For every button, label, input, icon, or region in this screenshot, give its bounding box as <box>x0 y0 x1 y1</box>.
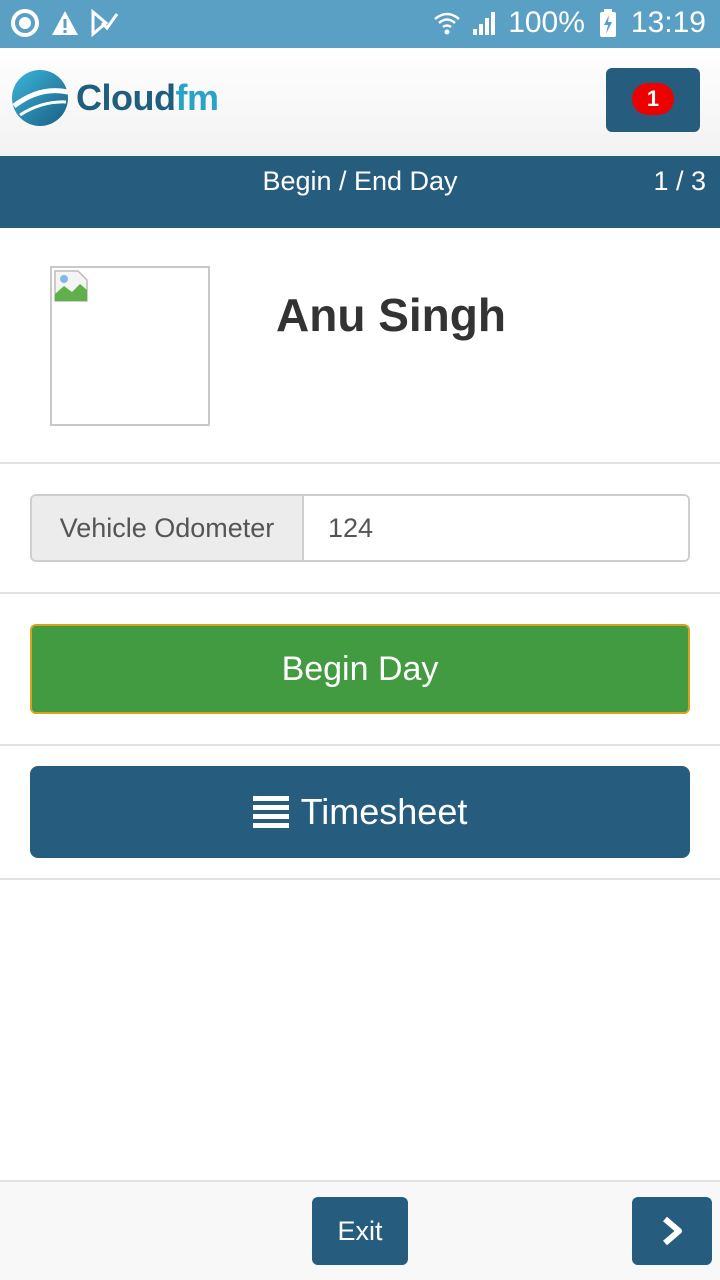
logo: Cloudfm <box>10 68 219 128</box>
odometer-input-group: Vehicle Odometer <box>30 494 690 562</box>
odometer-input[interactable] <box>304 496 688 560</box>
warning-icon <box>50 8 80 38</box>
timesheet-label: Timesheet <box>300 791 468 832</box>
status-bar: 100% 13:19 <box>0 0 720 48</box>
cloudfm-logo-icon <box>12 70 69 126</box>
sync-icon <box>10 8 40 38</box>
timesheet-section: Timesheet <box>0 746 720 880</box>
user-name: Anu Singh <box>276 289 506 341</box>
task-check-icon <box>90 8 120 38</box>
broken-image-icon <box>54 270 88 302</box>
timesheet-button[interactable]: Timesheet <box>30 766 690 858</box>
profile-photo <box>50 266 210 426</box>
battery-charging-icon <box>593 8 623 38</box>
odometer-label: Vehicle Odometer <box>32 496 304 560</box>
footer-bar: Exit <box>0 1180 720 1280</box>
logo-text: Cloudfm <box>76 77 219 119</box>
logo-text-main: Cloud <box>76 77 176 118</box>
status-bar-right: 100% 13:19 <box>432 6 706 40</box>
page-indicator: 1 / 3 <box>653 166 706 196</box>
page-title: Begin / End Day <box>262 166 458 196</box>
app-header: Cloudfm 1 <box>0 48 720 156</box>
wifi-icon <box>432 8 462 38</box>
odometer-section: Vehicle Odometer <box>0 464 720 594</box>
title-bar: Begin / End Day 1 / 3 <box>0 156 720 228</box>
notifications-button[interactable]: 1 <box>606 68 700 132</box>
next-button[interactable] <box>632 1197 712 1265</box>
begin-day-button[interactable]: Begin Day <box>30 624 690 714</box>
signal-icon <box>470 8 500 38</box>
notification-badge: 1 <box>632 83 674 115</box>
chevron-right-icon <box>663 1216 682 1246</box>
logo-text-accent: fm <box>175 77 219 118</box>
clock: 13:19 <box>630 6 706 39</box>
status-bar-left <box>10 8 120 38</box>
exit-button[interactable]: Exit <box>312 1197 408 1265</box>
profile-section: Anu Singh <box>0 228 720 464</box>
begin-day-section: Begin Day <box>0 594 720 746</box>
list-icon <box>252 796 289 828</box>
battery-percent: 100% <box>508 6 585 39</box>
